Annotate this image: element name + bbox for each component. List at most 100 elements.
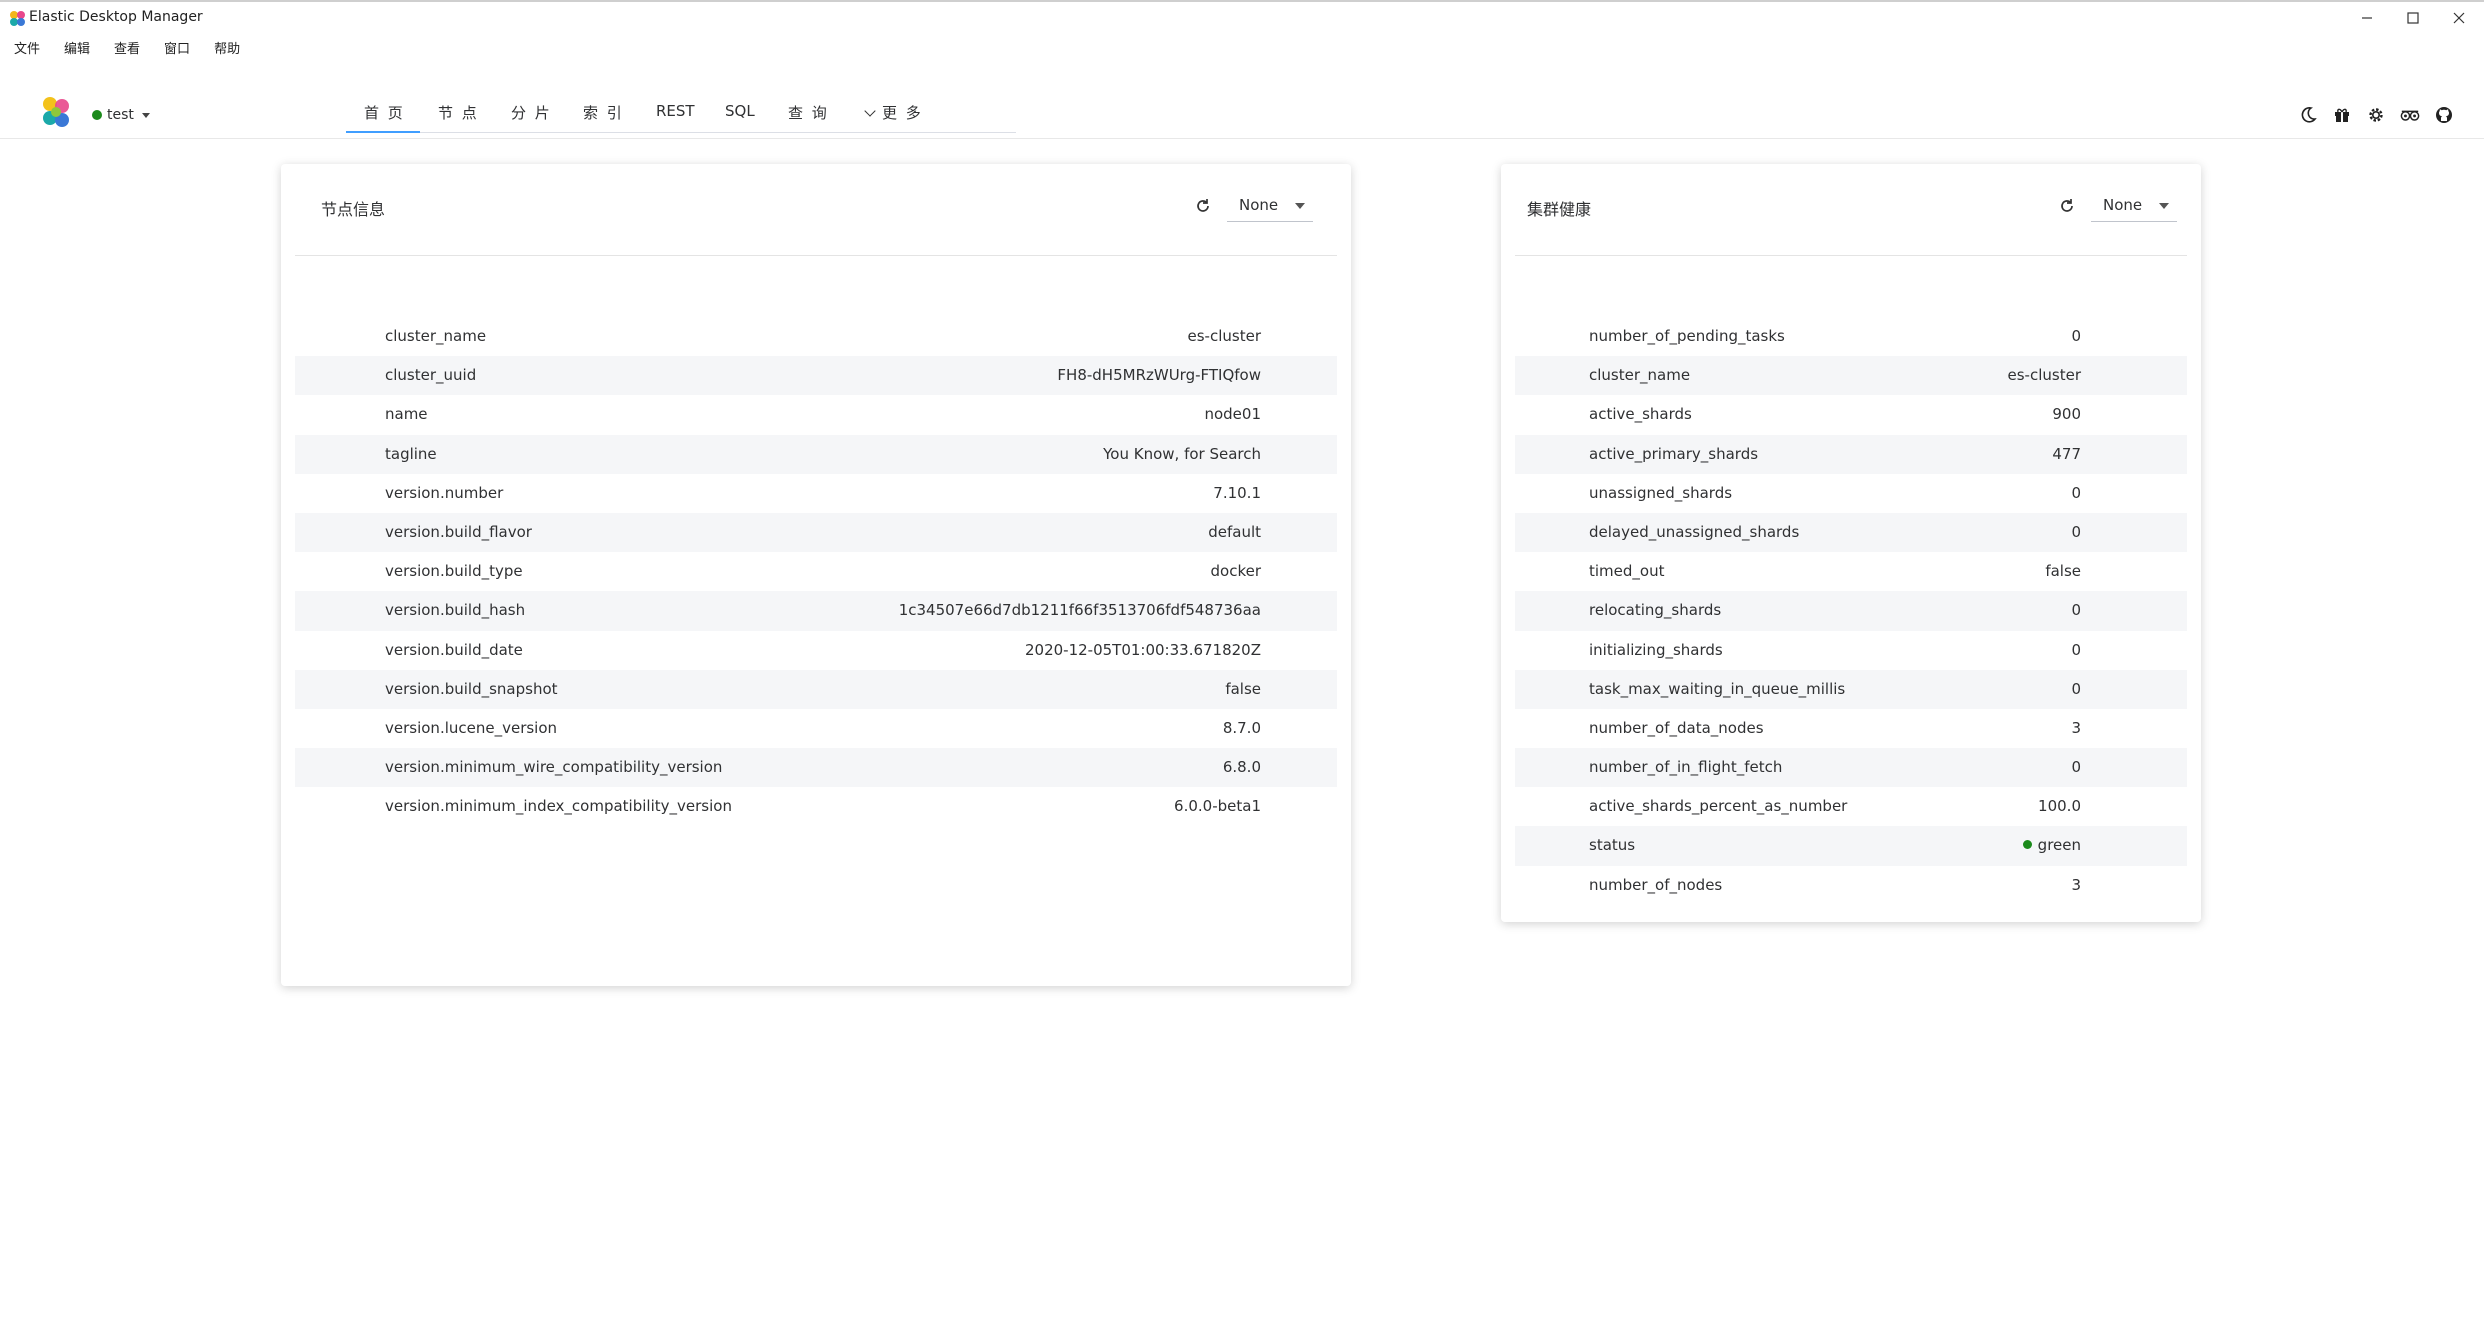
- row-key: unassigned_shards: [1589, 483, 1733, 502]
- tab-sql[interactable]: SQL: [725, 102, 755, 120]
- table-row: cluster_name es-cluster: [1515, 356, 2187, 396]
- row-value: 0: [2071, 679, 2081, 698]
- refresh-interval-select[interactable]: None: [2091, 191, 2177, 222]
- row-value: es-cluster: [1187, 327, 1261, 345]
- moon-icon[interactable]: [2298, 105, 2318, 125]
- cluster-health-table: number_of_pending_tasks 0 cluster_name es-c…: [1515, 317, 2187, 905]
- row-value: 0: [2071, 758, 2081, 777]
- row-key: version.lucene_version: [385, 718, 558, 737]
- node-info-header: 节点信息 None: [295, 164, 1337, 256]
- tab-indices[interactable]: 索 引: [583, 102, 624, 123]
- row-value: 0: [2071, 522, 2081, 541]
- row-key: status: [1589, 836, 1636, 855]
- table-row: status green: [1515, 826, 2187, 866]
- row-value: docker: [1210, 562, 1262, 581]
- table-row: number_of_pending_tasks 0: [1515, 317, 2187, 356]
- tab-more[interactable]: 更 多: [864, 102, 923, 123]
- caret-down-icon: [141, 112, 150, 118]
- cluster-health-title: 集群健康: [1527, 200, 1592, 219]
- menu-edit[interactable]: 编辑: [64, 38, 90, 62]
- menu-help[interactable]: 帮助: [214, 38, 240, 62]
- cluster-selector[interactable]: test: [92, 107, 150, 123]
- tab-more-label: 更 多: [882, 104, 923, 122]
- row-key: relocating_shards: [1589, 601, 1722, 620]
- gear-icon[interactable]: [2366, 105, 2386, 125]
- refresh-icon[interactable]: [1195, 198, 1211, 214]
- row-value: You Know, for Search: [1103, 444, 1261, 463]
- close-button[interactable]: [2436, 5, 2482, 31]
- table-row: version.minimum_wire_compatibility_versi…: [295, 748, 1337, 788]
- row-value: green: [2022, 836, 2081, 854]
- github-icon[interactable]: [2434, 105, 2454, 125]
- table-row: delayed_unassigned_shards 0: [1515, 512, 2187, 553]
- table-row: active_primary_shards 477: [1515, 434, 2187, 474]
- maximize-button[interactable]: [2390, 5, 2436, 31]
- menu-window[interactable]: 窗口: [164, 38, 190, 62]
- table-row: tagline You Know, for Search: [295, 434, 1337, 474]
- tab-rest[interactable]: REST: [656, 102, 695, 120]
- row-key: version.build_hash: [385, 601, 526, 620]
- cluster-name: test: [107, 107, 134, 123]
- tab-query[interactable]: 查 询: [788, 102, 829, 123]
- row-value: default: [1208, 522, 1261, 541]
- row-key: tagline: [385, 444, 437, 463]
- row-key: name: [385, 405, 428, 424]
- row-value: false: [2045, 562, 2081, 581]
- row-value: 2020-12-05T01:00:33.671820Z: [1024, 640, 1261, 659]
- tab-shards[interactable]: 分 片: [511, 102, 552, 123]
- table-row: number_of_in_flight_fetch 0: [1515, 748, 2187, 788]
- table-row: version.build_flavor default: [295, 512, 1337, 553]
- caret-down-icon: [2159, 203, 2169, 209]
- row-value: 0: [2071, 327, 2081, 345]
- minimize-button[interactable]: [2344, 5, 2390, 31]
- row-value: 1c34507e66d7db1211f66f3513706fdf548736aa: [898, 601, 1261, 620]
- row-value: 3: [2071, 718, 2081, 737]
- gift-icon[interactable]: [2332, 105, 2352, 125]
- row-value: es-cluster: [2007, 366, 2081, 385]
- table-row: cluster_uuid FH8-dH5MRzWUrg-FTIQfow: [295, 356, 1337, 396]
- table-row: number_of_nodes 3: [1515, 866, 2187, 905]
- table-row: relocating_shards 0: [1515, 591, 2187, 631]
- menu-view[interactable]: 查看: [114, 38, 140, 62]
- tripadvisor-icon[interactable]: [2400, 105, 2420, 125]
- app-header: test 首 页 节 点 分 片 索 引 REST SQL 查 询 更 多: [0, 88, 2484, 139]
- tab-home[interactable]: 首 页: [364, 102, 405, 123]
- nav-tabs: 首 页 节 点 分 片 索 引 REST SQL 查 询 更 多: [346, 96, 1016, 133]
- refresh-interval-select[interactable]: None: [1227, 191, 1313, 222]
- row-value: 3: [2071, 875, 2081, 894]
- row-key: number_of_nodes: [1589, 875, 1723, 894]
- table-row: task_max_waiting_in_queue_millis 0: [1515, 669, 2187, 709]
- row-key: active_shards: [1589, 405, 1692, 424]
- toolbar-icons: [2298, 105, 2454, 125]
- row-value: 7.10.1: [1213, 483, 1261, 502]
- cluster-status-dot: [92, 110, 102, 120]
- cluster-health-header: 集群健康 None: [1515, 164, 2187, 256]
- row-key: number_of_pending_tasks: [1589, 327, 1785, 345]
- table-row: version.build_date 2020-12-05T01:00:33.67…: [295, 631, 1337, 670]
- title-bar: Elastic Desktop Manager: [0, 0, 2484, 32]
- table-row: initializing_shards 0: [1515, 631, 2187, 670]
- row-key: cluster_uuid: [385, 366, 477, 385]
- row-value: 6.0.0-beta1: [1174, 797, 1261, 816]
- tab-nodes[interactable]: 节 点: [438, 102, 479, 123]
- node-info-card: 节点信息 None cluster_name es-cluster cluster_…: [281, 164, 1351, 986]
- row-key: version.build_flavor: [385, 522, 532, 541]
- row-value: 0: [2071, 601, 2081, 620]
- table-row: active_shards_percent_as_number 100.0: [1515, 787, 2187, 826]
- row-key: version.build_type: [385, 562, 523, 581]
- elastic-logo: [43, 97, 69, 127]
- row-key: version.minimum_wire_compatibility_versi…: [385, 758, 723, 777]
- refresh-icon[interactable]: [2059, 198, 2075, 214]
- row-value: 477: [2052, 444, 2081, 463]
- row-key: active_primary_shards: [1589, 444, 1759, 463]
- app-icon: [10, 11, 25, 26]
- table-row: cluster_name es-cluster: [295, 317, 1337, 356]
- menu-file[interactable]: 文件: [14, 38, 40, 62]
- table-row: name node01: [295, 395, 1337, 434]
- menu-bar: 文件 编辑 查看 窗口 帮助: [0, 38, 250, 62]
- table-row: unassigned_shards 0: [1515, 474, 2187, 513]
- row-value: 900: [2052, 405, 2081, 424]
- maximize-icon: [2407, 12, 2419, 24]
- table-row: version.lucene_version 8.7.0: [295, 709, 1337, 748]
- row-key: task_max_waiting_in_queue_millis: [1589, 679, 1846, 698]
